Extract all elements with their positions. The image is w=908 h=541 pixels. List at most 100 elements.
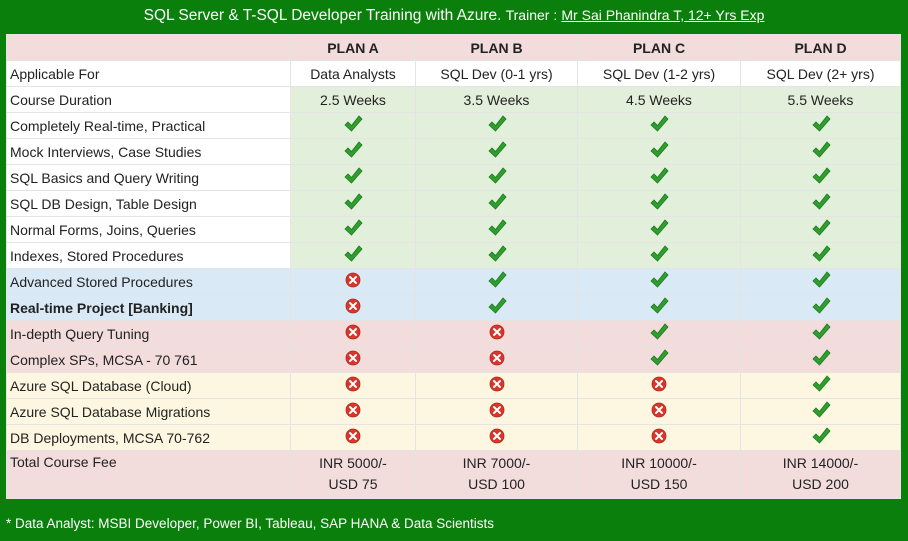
feature-row: Indexes, Stored Procedures: [6, 242, 901, 269]
feature-label: Advanced Stored Procedures: [6, 268, 291, 295]
feature-label: Indexes, Stored Procedures: [6, 242, 291, 269]
check-icon: [811, 218, 831, 241]
check-icon: [811, 296, 831, 319]
check-icon: [811, 140, 831, 163]
cross-icon: [345, 402, 361, 421]
feature-cell: [740, 398, 901, 425]
feature-cell: [415, 294, 578, 321]
feature-label: Real-time Project [Banking]: [6, 294, 291, 321]
check-icon: [811, 244, 831, 267]
feature-label: SQL Basics and Query Writing: [6, 164, 291, 191]
cross-icon: [345, 376, 361, 395]
fee-plan-b: INR 7000/- USD 100: [415, 450, 578, 499]
feature-cell: [415, 216, 578, 243]
cross-icon: [489, 402, 505, 421]
feature-cell: [577, 112, 741, 139]
cross-icon: [489, 350, 505, 369]
check-icon: [649, 296, 669, 319]
feature-cell: [290, 398, 416, 425]
cross-icon: [651, 428, 667, 447]
feature-cell: [415, 320, 578, 347]
fee-plan-c: INR 10000/- USD 150: [577, 450, 741, 499]
trainer-link[interactable]: Mr Sai Phanindra T, 12+ Yrs Exp: [561, 7, 764, 23]
fee-usd: USD 150: [630, 476, 688, 492]
feature-cell: [740, 424, 901, 451]
feature-cell: [415, 268, 578, 295]
check-icon: [811, 166, 831, 189]
feature-cell: [577, 242, 741, 269]
plan-d-header: PLAN D: [740, 34, 901, 61]
check-icon: [343, 166, 363, 189]
fee-plan-a: INR 5000/- USD 75: [290, 450, 416, 499]
cross-icon: [345, 272, 361, 291]
feature-cell: [740, 190, 901, 217]
check-icon: [487, 140, 507, 163]
fee-inr: INR 7000/-: [462, 455, 531, 471]
feature-cell: [577, 164, 741, 191]
cross-icon: [345, 298, 361, 317]
cross-icon: [345, 324, 361, 343]
feature-cell: [415, 112, 578, 139]
check-icon: [649, 114, 669, 137]
check-icon: [649, 166, 669, 189]
feature-label: Azure SQL Database (Cloud): [6, 372, 291, 399]
duration-row: Course Duration 2.5 Weeks 3.5 Weeks 4.5 …: [6, 86, 901, 113]
plan-a-header: PLAN A: [290, 34, 416, 61]
check-icon: [487, 192, 507, 215]
check-icon: [811, 426, 831, 449]
fee-usd: USD 200: [792, 476, 849, 492]
fee-inr: INR 10000/-: [621, 455, 697, 471]
feature-label: In-depth Query Tuning: [6, 320, 291, 347]
applicable-plan-c: SQL Dev (1-2 yrs): [577, 60, 741, 87]
fee-inr: INR 5000/-: [319, 455, 387, 471]
feature-cell: [577, 268, 741, 295]
feature-row: In-depth Query Tuning: [6, 320, 901, 347]
feature-cell: [415, 164, 578, 191]
check-icon: [343, 244, 363, 267]
feature-cell: [290, 294, 416, 321]
plan-b-header: PLAN B: [415, 34, 578, 61]
feature-row: Azure SQL Database (Cloud): [6, 372, 901, 399]
feature-cell: [740, 216, 901, 243]
feature-row: Mock Interviews, Case Studies: [6, 138, 901, 165]
check-icon: [343, 114, 363, 137]
feature-cell: [415, 398, 578, 425]
footnote: * Data Analyst: MSBI Developer, Power BI…: [6, 516, 494, 531]
feature-row: Real-time Project [Banking]: [6, 294, 901, 321]
feature-row: Normal Forms, Joins, Queries: [6, 216, 901, 243]
feature-row: Advanced Stored Procedures: [6, 268, 901, 295]
feature-cell: [740, 242, 901, 269]
check-icon: [811, 192, 831, 215]
feature-row: Azure SQL Database Migrations: [6, 398, 901, 425]
feature-cell: [290, 320, 416, 347]
feature-cell: [740, 346, 901, 373]
feature-cell: [577, 346, 741, 373]
check-icon: [487, 218, 507, 241]
cross-icon: [345, 350, 361, 369]
cross-icon: [651, 376, 667, 395]
check-icon: [649, 348, 669, 371]
check-icon: [811, 322, 831, 345]
feature-cell: [577, 216, 741, 243]
feature-cell: [740, 320, 901, 347]
feature-cell: [290, 164, 416, 191]
feature-row: Complex SPs, MCSA - 70 761: [6, 346, 901, 373]
applicable-plan-a: Data Analysts: [290, 60, 416, 87]
check-icon: [649, 192, 669, 215]
feature-label: Azure SQL Database Migrations: [6, 398, 291, 425]
feature-cell: [740, 372, 901, 399]
feature-cell: [290, 216, 416, 243]
header-empty-cell: [6, 34, 291, 61]
feature-cell: [740, 112, 901, 139]
feature-cell: [577, 320, 741, 347]
page-header: SQL Server & T-SQL Developer Training wi…: [0, 0, 908, 32]
feature-cell: [740, 294, 901, 321]
check-icon: [811, 114, 831, 137]
duration-plan-d: 5.5 Weeks: [740, 86, 901, 113]
feature-cell: [415, 424, 578, 451]
duration-plan-a: 2.5 Weeks: [290, 86, 416, 113]
check-icon: [343, 218, 363, 241]
check-icon: [487, 296, 507, 319]
feature-label: SQL DB Design, Table Design: [6, 190, 291, 217]
feature-row: SQL DB Design, Table Design: [6, 190, 901, 217]
